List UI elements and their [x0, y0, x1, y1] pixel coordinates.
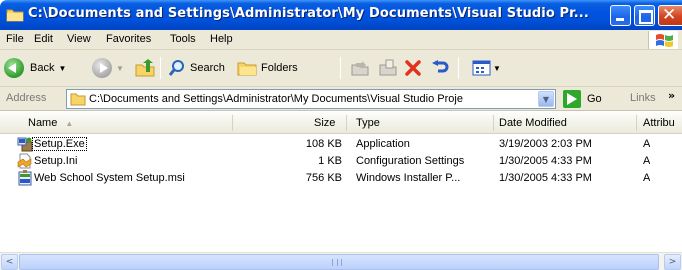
folders-label: Folders — [261, 62, 298, 74]
menu-view[interactable]: View — [67, 33, 91, 45]
back-button[interactable]: Back ▼ — [4, 54, 66, 82]
close-icon: ✕ — [662, 5, 677, 25]
column-size[interactable]: Size — [314, 117, 335, 129]
menu-help[interactable]: Help — [210, 33, 233, 45]
file-attributes: A — [643, 155, 651, 167]
links-button[interactable]: Links — [630, 92, 656, 104]
menu-bar: File Edit View Favorites Tools Help — [0, 30, 682, 50]
toolbar-separator — [160, 57, 161, 79]
menu-favorites[interactable]: Favorites — [106, 33, 151, 45]
up-folder-icon — [135, 59, 155, 77]
list-item[interactable]: Web School System Setup.msi 756 KB Windo… — [0, 170, 682, 187]
search-icon — [168, 60, 184, 76]
scroll-left-button[interactable]: < — [1, 254, 18, 270]
copy-to-folder-icon — [379, 59, 397, 76]
file-type: Application — [356, 138, 410, 150]
views-icon — [472, 60, 491, 76]
folder-icon — [70, 93, 86, 106]
back-arrow-icon — [4, 58, 24, 78]
menu-file[interactable]: File — [6, 33, 24, 45]
column-divider[interactable] — [636, 115, 637, 131]
move-to-button[interactable] — [350, 54, 370, 82]
file-size: 756 KB — [305, 172, 342, 184]
file-type: Windows Installer P... — [356, 172, 461, 184]
views-button[interactable]: ▼ — [472, 54, 501, 82]
file-size: 108 KB — [305, 138, 342, 150]
file-name[interactable]: Web School System Setup.msi — [34, 172, 185, 184]
column-type[interactable]: Type — [356, 117, 380, 129]
back-label: Back — [30, 62, 55, 74]
msi-installer-icon — [18, 170, 32, 186]
move-to-folder-icon — [351, 61, 369, 76]
column-divider[interactable] — [346, 115, 347, 131]
setup-exe-icon — [17, 137, 33, 152]
maximize-button[interactable] — [634, 5, 655, 26]
scroll-thumb[interactable] — [19, 254, 659, 270]
menu-tools[interactable]: Tools — [170, 33, 196, 45]
address-bar: Address C:\Documents and Settings\Admini… — [0, 87, 682, 111]
column-divider[interactable] — [493, 115, 494, 131]
ini-file-icon — [17, 153, 32, 169]
folders-icon — [237, 62, 257, 76]
list-item[interactable]: Setup.Ini 1 KB Configuration Settings 1/… — [0, 153, 682, 170]
delete-x-icon — [405, 60, 421, 76]
file-date: 1/30/2005 4:33 PM — [499, 155, 592, 167]
back-dropdown-icon[interactable]: ▼ — [58, 64, 66, 73]
column-date-modified[interactable]: Date Modified — [499, 117, 567, 129]
go-arrow-icon — [563, 90, 581, 108]
windows-flag-icon — [656, 34, 673, 47]
file-type: Configuration Settings — [356, 155, 465, 167]
horizontal-scrollbar[interactable]: < > — [0, 252, 682, 270]
column-name-label: Name — [28, 117, 58, 129]
forward-dropdown-icon[interactable]: ▼ — [116, 64, 124, 73]
windows-logo — [648, 31, 678, 49]
menu-edit[interactable]: Edit — [34, 33, 53, 45]
toolbar: Back ▼ ▼ Search Folders ▼ — [0, 50, 682, 87]
address-path: C:\Documents and Settings\Administrator\… — [89, 93, 463, 105]
sort-ascending-icon: ▲ — [65, 119, 74, 128]
delete-button[interactable] — [404, 54, 422, 82]
folder-icon — [6, 9, 24, 22]
column-header: Name ▲ Size Type Date Modified Attribu — [0, 112, 682, 134]
address-dropdown-icon[interactable]: ▼ — [538, 91, 554, 107]
links-chevron-icon[interactable]: » — [668, 89, 675, 102]
list-item[interactable]: Setup.Exe 108 KB Application 3/19/2003 2… — [0, 136, 682, 153]
go-button[interactable]: Go — [563, 89, 602, 109]
address-label: Address — [6, 92, 47, 104]
toolbar-separator — [340, 57, 341, 79]
search-label: Search — [190, 62, 225, 74]
go-label: Go — [587, 93, 602, 105]
address-input[interactable]: C:\Documents and Settings\Administrator\… — [66, 89, 556, 109]
file-attributes: A — [643, 138, 651, 150]
toolbar-separator — [458, 57, 459, 79]
column-attributes[interactable]: Attribu — [643, 117, 675, 129]
file-date: 3/19/2003 2:03 PM — [499, 138, 592, 150]
title-bar[interactable]: C:\Documents and Settings\Administrator\… — [0, 0, 682, 30]
up-folder-button[interactable] — [134, 54, 156, 82]
file-date: 1/30/2005 4:33 PM — [499, 172, 592, 184]
column-divider[interactable] — [232, 115, 233, 131]
file-list[interactable]: Name ▲ Size Type Date Modified Attribu Se… — [0, 112, 682, 252]
search-button[interactable]: Search — [168, 54, 225, 82]
folders-button[interactable]: Folders — [237, 54, 298, 82]
copy-to-button[interactable] — [378, 54, 398, 82]
file-size: 1 KB — [318, 155, 342, 167]
minimize-button[interactable] — [610, 5, 631, 26]
file-attributes: A — [643, 172, 651, 184]
undo-icon — [432, 60, 449, 73]
undo-button[interactable] — [430, 54, 450, 82]
forward-button[interactable]: ▼ — [92, 54, 124, 82]
close-button[interactable]: ✕ — [658, 5, 682, 26]
file-name[interactable]: Setup.Ini — [34, 155, 77, 167]
views-dropdown-icon[interactable]: ▼ — [493, 64, 501, 73]
window-title: C:\Documents and Settings\Administrator\… — [28, 6, 589, 21]
file-name[interactable]: Setup.Exe — [32, 137, 87, 151]
forward-arrow-icon — [92, 58, 112, 78]
scroll-grip-icon — [332, 259, 342, 266]
column-name[interactable]: Name ▲ — [28, 117, 73, 129]
scroll-right-button[interactable]: > — [664, 254, 681, 270]
